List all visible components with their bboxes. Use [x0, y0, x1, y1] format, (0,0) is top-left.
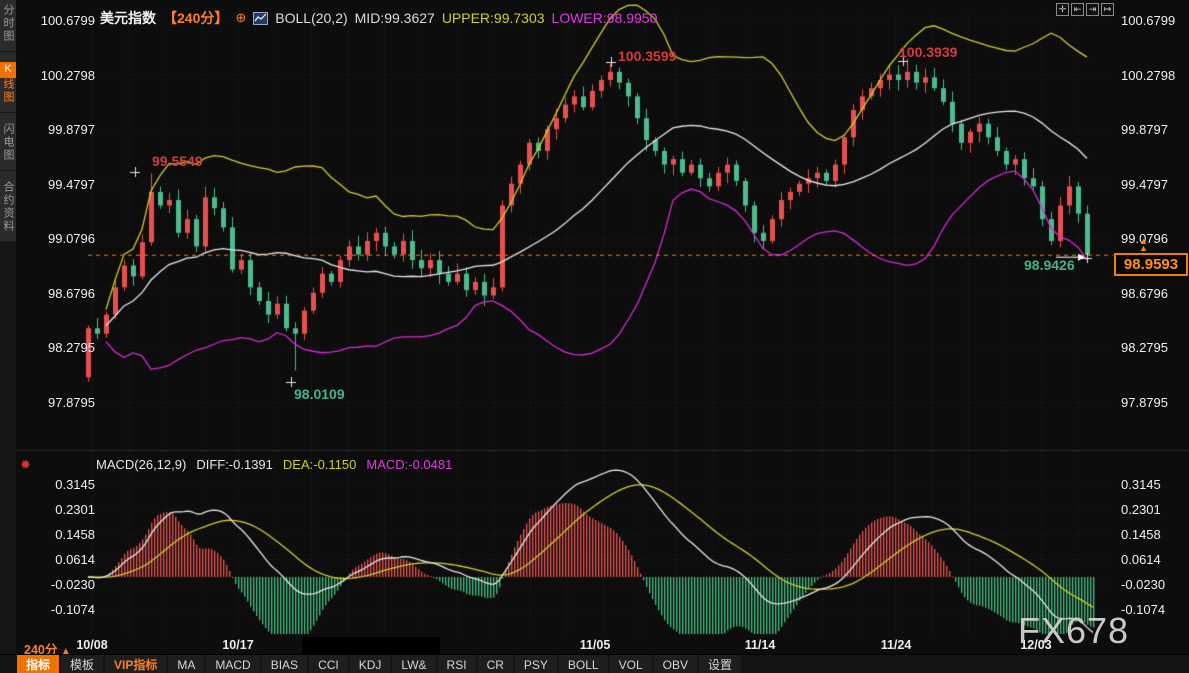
macd-tick-label: 0.0614 [1121, 552, 1161, 567]
macd-tick-label: 0.3145 [1121, 477, 1161, 492]
price-tick-label: 100.6799 [33, 13, 95, 28]
macd-tick-label: 0.0614 [33, 552, 95, 567]
price-tick-label: 100.2798 [1121, 68, 1175, 83]
price-annotation-high: 100.3599 [618, 48, 676, 64]
price-tick-label: 99.0796 [33, 231, 95, 246]
date-label: 11/24 [881, 638, 912, 652]
pan-right-icon[interactable]: ↦ [1101, 3, 1114, 16]
price-annotation-high: 99.5549 [152, 153, 203, 169]
chart-window-buttons: ✛⇤⇥↦ [1056, 3, 1114, 16]
sidebar-tab-item[interactable]: 闪电图 [0, 123, 16, 171]
price-tick-label: 99.8797 [33, 122, 95, 137]
toolbar-item[interactable]: VIP指标 [105, 655, 166, 673]
toolbar-item[interactable]: KDJ [350, 655, 391, 673]
boll-formula-label: BOLL(20,2) [275, 10, 347, 26]
price-tick-label: 99.4797 [1121, 177, 1168, 192]
chart-type-tabs: 分时图 K线图闪电图合约资料 [0, 0, 16, 242]
macd-tick-label: -0.0230 [1121, 577, 1165, 592]
period-badge[interactable]: 【240分】 [163, 8, 228, 28]
candlestick-chart[interactable] [0, 0, 1189, 673]
price-tick-label: 100.2798 [33, 68, 95, 83]
macd-tick-label: 0.2301 [33, 502, 95, 517]
macd-dea-value: DEA:-0.1150 [283, 457, 356, 472]
price-tick-label: 98.6796 [1121, 286, 1168, 301]
price-tick-label: 100.6799 [1121, 13, 1175, 28]
price-tick-label: 99.8797 [1121, 122, 1168, 137]
current-price-box: 98.9593 [1114, 253, 1188, 276]
macd-tick-label: 0.2301 [1121, 502, 1161, 517]
macd-tick-label: 0.1458 [1121, 527, 1161, 542]
toolbar-item[interactable]: OBV [654, 655, 697, 673]
axis-compress-icon[interactable]: ⇤ [1071, 3, 1084, 16]
mini-chart-icon[interactable] [253, 12, 268, 25]
watermark: FX678 [1018, 610, 1129, 652]
date-label: 11/14 [745, 638, 776, 652]
toolbar-item[interactable]: RSI [438, 655, 476, 673]
sidebar-tab-active[interactable]: K线图 [0, 62, 16, 113]
boll-lower-value: LOWER:98.9950 [552, 10, 658, 26]
toolbar-item[interactable]: CCI [309, 655, 348, 673]
macd-tick-label: 0.3145 [33, 477, 95, 492]
price-tick-label: 97.8795 [1121, 395, 1168, 410]
price-tick-label: 98.6796 [33, 286, 95, 301]
toolbar-item[interactable]: MACD [206, 655, 259, 673]
crosshair-move-icon[interactable]: ✛ [1056, 3, 1069, 16]
toolbar-item[interactable]: BOLL [559, 655, 608, 673]
date-label: 11/05 [580, 638, 611, 652]
toolbar-item[interactable]: BIAS [262, 655, 307, 673]
macd-settings-icon[interactable]: ✹ [20, 457, 31, 473]
price-tick-label: 97.8795 [33, 395, 95, 410]
chart-header: 美元指数 【240分】 ⊕ BOLL(20,2) MID:99.3627 UPP… [100, 8, 657, 28]
date-label: 10/08 [76, 638, 107, 652]
left-sidebar: 分时图 K线图闪电图合约资料 [0, 0, 16, 673]
macd-tick-label: -0.1074 [33, 602, 95, 617]
price-tick-label: 99.4797 [33, 177, 95, 192]
price-annotation-low: 98.9426 [1024, 257, 1075, 273]
date-label: 10/17 [222, 638, 253, 652]
price-annotation-low: 98.0109 [294, 386, 345, 402]
price-annotation-high: 100.3939 [899, 44, 957, 60]
boll-upper-value: UPPER:99.7303 [442, 10, 545, 26]
symbol-title: 美元指数 [100, 8, 156, 28]
link-icon[interactable]: ⊕ [235, 10, 246, 26]
toolbar-item[interactable]: 设置 [699, 655, 741, 673]
toolbar-item[interactable]: VOL [610, 655, 652, 673]
macd-tick-label: -0.0230 [33, 577, 95, 592]
macd-diff-value: DIFF:-0.1391 [196, 457, 273, 472]
toolbar-item[interactable]: CR [478, 655, 513, 673]
toolbar-item[interactable]: MA [168, 655, 204, 673]
macd-macd-value: MACD:-0.0481 [366, 457, 452, 472]
double-up-arrow-icon: ▲▲ [1139, 238, 1148, 252]
price-tick-label: 98.2795 [33, 340, 95, 355]
indicator-toolbar: 指标模板VIP指标MAMACDBIASCCIKDJLW&RSICRPSYBOLL… [0, 654, 1189, 673]
macd-tick-label: 0.1458 [33, 527, 95, 542]
toolbar-item[interactable]: PSY [515, 655, 557, 673]
sidebar-tab-item[interactable]: 合约资料 [0, 181, 16, 242]
redaction-box [302, 637, 440, 654]
axis-expand-icon[interactable]: ⇥ [1086, 3, 1099, 16]
toolbar-item[interactable]: 模板 [61, 655, 103, 673]
macd-readout: MACD(26,12,9) DIFF:-0.1391 DEA:-0.1150 M… [96, 457, 452, 472]
sidebar-tab-item[interactable]: 分时图 [0, 4, 16, 52]
boll-mid-value: MID:99.3627 [355, 10, 435, 26]
toolbar-item[interactable]: 指标 [17, 655, 59, 673]
macd-formula-label: MACD(26,12,9) [96, 457, 186, 472]
price-tick-label: 98.2795 [1121, 340, 1168, 355]
toolbar-item[interactable]: LW& [392, 655, 435, 673]
